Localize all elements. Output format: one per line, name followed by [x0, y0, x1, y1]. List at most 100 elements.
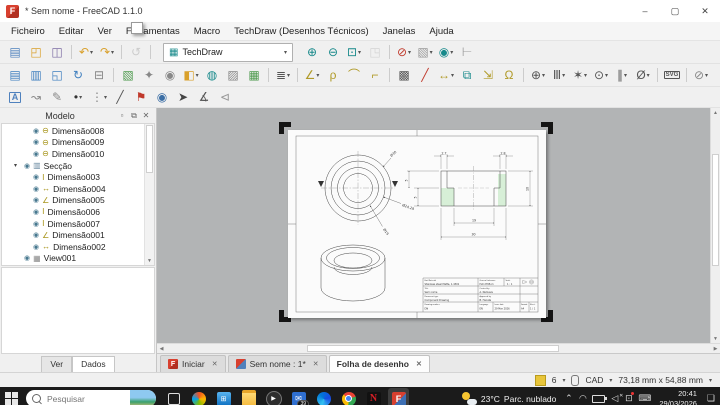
open-document-button[interactable]: ◰	[26, 43, 46, 61]
taskbar-mail-button[interactable]: 39	[288, 388, 309, 405]
menu-techdraw-desenhos-t-cnicos[interactable]: TechDraw (Desenhos Técnicos)	[227, 24, 375, 39]
balloon-annotation-button[interactable]: ◍	[202, 66, 222, 84]
taskbar-file-explorer-button[interactable]	[238, 388, 259, 405]
battery-icon[interactable]	[592, 394, 608, 403]
cosmetic-line-button[interactable]: ╱	[110, 88, 130, 106]
diameter-label-middle[interactable]: Ø24,29	[402, 202, 415, 211]
tree-item-view001[interactable]: ◉ ▦ View001	[2, 253, 154, 265]
dock-overlay-icon[interactable]: ⧉	[128, 111, 140, 121]
taskbar-clock[interactable]: 20:41 29/03/2026	[659, 389, 697, 405]
taskbar-copilot-button[interactable]	[188, 388, 209, 405]
selected-face-left[interactable]	[441, 188, 454, 206]
refresh-button[interactable]: ↺	[126, 43, 146, 61]
taskbar-media-player-button[interactable]: ▶	[263, 388, 284, 405]
undo-button[interactable]: ↶ ▾	[76, 43, 96, 61]
close-tab-icon[interactable]: ✕	[212, 360, 218, 368]
section-dimension-labels[interactable]: 2,7 2,8 5 5 10 19 30	[405, 152, 530, 237]
diameter-tools-button[interactable]: Ø ▾	[633, 66, 653, 84]
zoom-tools-button[interactable]: ◉ ▾	[436, 43, 456, 61]
front-view[interactable]: Ø30 Ø24,29 Ø19	[318, 149, 415, 236]
drawing-viewport[interactable]: Ø30 Ø24,29 Ø19 2,7 2,8 5 5 10 19 30 Part…	[157, 108, 720, 343]
link-dimension-button[interactable]: ⧉	[457, 66, 477, 84]
menu-ferramentas[interactable]: Ferramentas	[119, 24, 187, 39]
insert-view-button[interactable]: ▧	[118, 66, 138, 84]
panel-tab-ver[interactable]: Ver	[41, 356, 73, 372]
tree-item-dimens-o006[interactable]: ◉ Ⅰ Dimensão006	[2, 206, 154, 218]
extension-tools-button[interactable]: ✶ ▾	[570, 66, 590, 84]
tab-iniciar[interactable]: F Iniciar ✕	[160, 355, 226, 372]
chevron-down-icon[interactable]: ▾	[609, 377, 612, 384]
draw-style-button[interactable]: ⊡ ▾	[344, 43, 364, 61]
minimize-button[interactable]: –	[630, 0, 660, 22]
network-icon[interactable]: ◠	[578, 393, 587, 404]
parallel-line-tools-button[interactable]: ∥ ▾	[612, 66, 632, 84]
navigation-style[interactable]: CAD	[585, 375, 603, 385]
tree-item-dimens-o009[interactable]: ◉ ⊖ Dimensão009	[2, 137, 154, 149]
scroll-right-icon[interactable]: ▶	[711, 344, 720, 353]
close-button[interactable]: ✕	[690, 0, 720, 22]
taskbar-freecad-button[interactable]: F	[388, 388, 409, 405]
update-views-button[interactable]: ↻	[68, 66, 88, 84]
selected-face-right[interactable]	[498, 174, 506, 206]
tab-folha-de-desenho[interactable]: Folha de desenho ✕	[131, 22, 430, 372]
close-tab-icon[interactable]: ✕	[313, 360, 319, 368]
repair-dimension-tool-button[interactable]: ⌐	[365, 66, 385, 84]
save-document-button[interactable]: ◫	[47, 43, 67, 61]
spreadsheet-view-button[interactable]: ▦	[244, 66, 264, 84]
tree-item-dimens-o007[interactable]: ◉ Ⅰ Dimensão007	[2, 218, 154, 230]
diameter-label-inner[interactable]: Ø19	[382, 227, 390, 236]
tree-item-dimens-o008[interactable]: ◉ ⊖ Dimensão008	[2, 125, 154, 137]
taskbar-search[interactable]	[26, 390, 156, 405]
tab-sem-nome[interactable]: Sem nome : 1* ✕	[227, 355, 327, 372]
scroll-down-icon[interactable]: ▼	[145, 256, 154, 265]
section-view[interactable]: 2,7 2,8 5 5 10 19 30	[405, 152, 534, 241]
drawing-page[interactable]: Ø30 Ø24,29 Ø19 2,7 2,8 5 5 10 19 30 Part…	[288, 130, 546, 318]
dock-float-icon[interactable]: ▫	[116, 111, 128, 120]
tree-item-dimens-o010[interactable]: ◉ ⊖ Dimensão010	[2, 148, 154, 160]
meet-now-icon[interactable]: ⊡	[624, 392, 635, 404]
menu-ajuda[interactable]: Ajuda	[422, 24, 460, 39]
diameter-label-outer[interactable]: Ø30	[389, 149, 398, 157]
keyboard-icon[interactable]: ⌨	[638, 393, 651, 404]
tree-item-dimens-o005[interactable]: ◉ ∠ Dimensão005	[2, 195, 154, 207]
hatch-face-button[interactable]: ▩	[394, 66, 414, 84]
radius-dimension-tool-button[interactable]: ρ	[323, 66, 343, 84]
scroll-up-icon[interactable]: ▲	[711, 108, 720, 117]
horizontal-scrollbar[interactable]: ◀ ▶	[157, 343, 720, 353]
sync-selection-button[interactable]: ◳	[365, 43, 385, 61]
tree-scrollbar-thumb[interactable]	[146, 125, 153, 173]
expander-icon[interactable]: ▾	[14, 162, 21, 169]
measure-button[interactable]: ⊢	[457, 43, 477, 61]
menu-macro[interactable]: Macro	[187, 24, 227, 39]
select-tool-button[interactable]: ➤	[173, 88, 193, 106]
leader-dimension-tool-button[interactable]: ⌒	[344, 66, 364, 84]
toggle-frames-button[interactable]: ⊘ ▾	[691, 66, 711, 84]
menu-janelas[interactable]: Janelas	[376, 24, 423, 39]
taskbar-netflix-button[interactable]: N	[363, 388, 384, 405]
zoom-out-button[interactable]: ⊖	[323, 43, 343, 61]
close-tab-icon[interactable]: ✕	[416, 360, 422, 368]
axo-length-dimension-button[interactable]: ⇲	[478, 66, 498, 84]
line-width-value[interactable]: 6	[552, 375, 557, 385]
vertical-scrollbar-thumb[interactable]	[712, 154, 719, 266]
vertex-tools-button[interactable]: ⋮ ▾	[89, 88, 109, 106]
angle-dimension-tool-button[interactable]: ∠ ▾	[302, 66, 322, 84]
insert-image-button[interactable]: ▨	[223, 66, 243, 84]
annotation-button[interactable]: A	[5, 88, 25, 106]
project-shape-button[interactable]: ✦	[139, 66, 159, 84]
scroll-left-icon[interactable]: ◀	[157, 344, 166, 353]
surface-finish-symbol-button[interactable]: Ω	[499, 66, 519, 84]
tree-item-dimens-o003[interactable]: ◉ Ⅰ Dimensão003	[2, 171, 154, 183]
redo-button[interactable]: ↷ ▾	[97, 43, 117, 61]
chevron-down-icon[interactable]: ▾	[562, 377, 565, 384]
rich-text-annotation-button[interactable]: ✎	[47, 88, 67, 106]
line-color-swatch-icon[interactable]	[534, 374, 546, 386]
show-all-button[interactable]: ⊲	[215, 88, 235, 106]
horizontal-scrollbar-thumb[interactable]	[307, 345, 559, 352]
redraw-page-button[interactable]: ◱	[47, 66, 67, 84]
print-button[interactable]: ⊟	[89, 66, 109, 84]
news-widget-thumbnail[interactable]	[130, 390, 156, 405]
menu-ver[interactable]: Ver	[91, 24, 119, 39]
leader-line-button[interactable]: ↝	[26, 88, 46, 106]
taskbar-task-view-button[interactable]	[163, 388, 184, 405]
